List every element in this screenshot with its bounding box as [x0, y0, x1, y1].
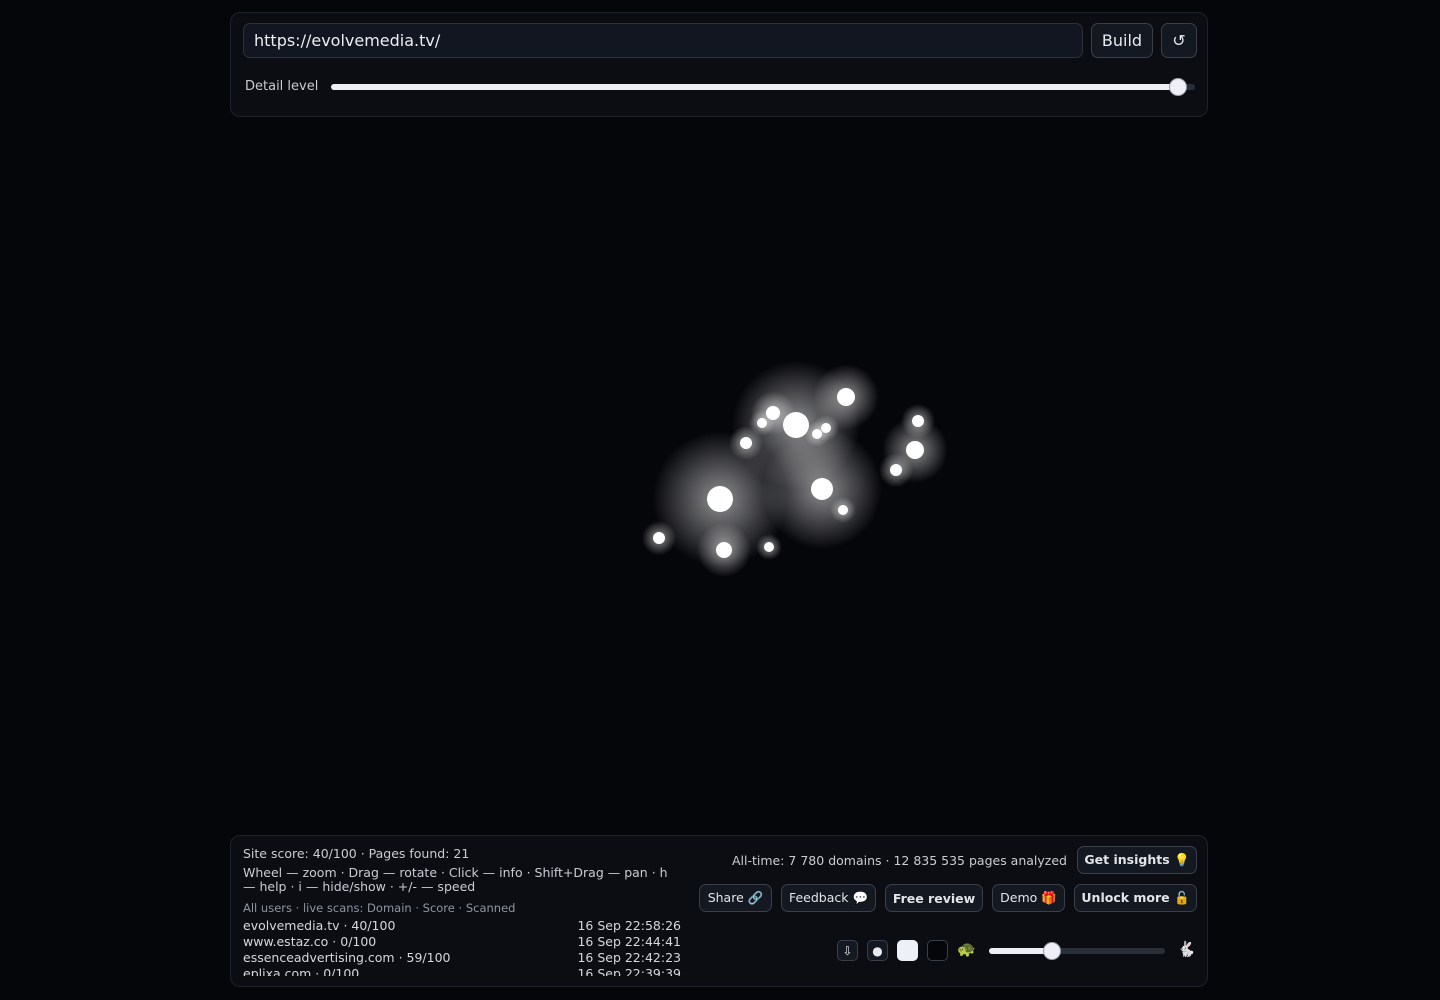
page-node[interactable]: [707, 486, 733, 512]
scan-domain: www.estaz.co · 0/100: [243, 934, 377, 949]
free-review-button[interactable]: Free review: [885, 884, 983, 912]
info-panel: Site score: 40/100 · Pages found: 21 Whe…: [230, 835, 1208, 987]
scan-domain: evolvemedia.tv · 40/100: [243, 918, 396, 933]
url-panel: Build ↺ Detail level: [230, 12, 1208, 117]
scan-domain: eplixa.com · 0/100: [243, 966, 360, 976]
page-node[interactable]: [716, 542, 732, 558]
site-score-text: Site score: 40/100 · Pages found: 21: [243, 846, 470, 861]
demo-button[interactable]: Demo 🎁: [992, 884, 1065, 912]
speed-thumb[interactable]: [1044, 943, 1061, 959]
reset-icon[interactable]: ↺: [1161, 23, 1197, 58]
black-theme-swatch[interactable]: [927, 940, 948, 961]
feedback-button[interactable]: Feedback 💬: [781, 884, 876, 912]
white-theme-swatch[interactable]: [897, 940, 918, 961]
scan-time: 16 Sep 22:39:39: [577, 966, 681, 976]
detail-level-thumb[interactable]: [1169, 79, 1186, 95]
site-graph-canvas[interactable]: [0, 120, 1440, 830]
live-scans-list: evolvemedia.tv · 40/100 16 Sep 22:58:26 w…: [243, 918, 681, 976]
unlock-more-button[interactable]: Unlock more 🔓: [1074, 884, 1197, 912]
get-insights-button[interactable]: Get insights 💡: [1077, 846, 1197, 874]
list-item[interactable]: www.estaz.co · 0/100 16 Sep 22:44:41: [243, 934, 681, 950]
detail-level-slider[interactable]: [331, 79, 1195, 95]
turtle-icon: 🐢: [957, 940, 976, 958]
page-node[interactable]: [811, 478, 833, 500]
rabbit-icon: 🐇: [1177, 940, 1196, 958]
page-node[interactable]: [890, 464, 902, 476]
help-text: Wheel — zoom · Drag — rotate · Click — i…: [243, 865, 668, 894]
page-node[interactable]: [906, 441, 924, 459]
share-button[interactable]: Share 🔗: [699, 884, 772, 912]
page-node[interactable]: [757, 418, 767, 428]
export-icon[interactable]: ⇩: [837, 940, 858, 961]
scan-time: 16 Sep 22:44:41: [577, 934, 681, 949]
speed-slider[interactable]: [989, 943, 1165, 959]
list-item[interactable]: eplixa.com · 0/100 16 Sep 22:39:39: [243, 966, 681, 976]
alltime-stats: All-time: 7 780 domains · 12 835 535 pag…: [732, 853, 1067, 868]
page-node[interactable]: [764, 542, 774, 552]
list-item[interactable]: evolvemedia.tv · 40/100 16 Sep 22:58:26: [243, 918, 681, 934]
scan-time: 16 Sep 22:58:26: [577, 918, 681, 933]
url-input[interactable]: [243, 23, 1083, 58]
detail-level-label: Detail level: [245, 79, 319, 94]
scan-domain: essenceadvertising.com · 59/100: [243, 950, 451, 965]
scan-time: 16 Sep 22:42:23: [577, 950, 681, 965]
dot-style-icon[interactable]: ●: [867, 940, 888, 961]
page-node[interactable]: [838, 505, 848, 515]
list-item[interactable]: essenceadvertising.com · 59/100 16 Sep 22…: [243, 950, 681, 966]
build-button[interactable]: Build: [1091, 23, 1153, 58]
page-node[interactable]: [653, 532, 665, 544]
live-scans-header: All users · live scans: Domain · Score ·…: [243, 901, 516, 915]
